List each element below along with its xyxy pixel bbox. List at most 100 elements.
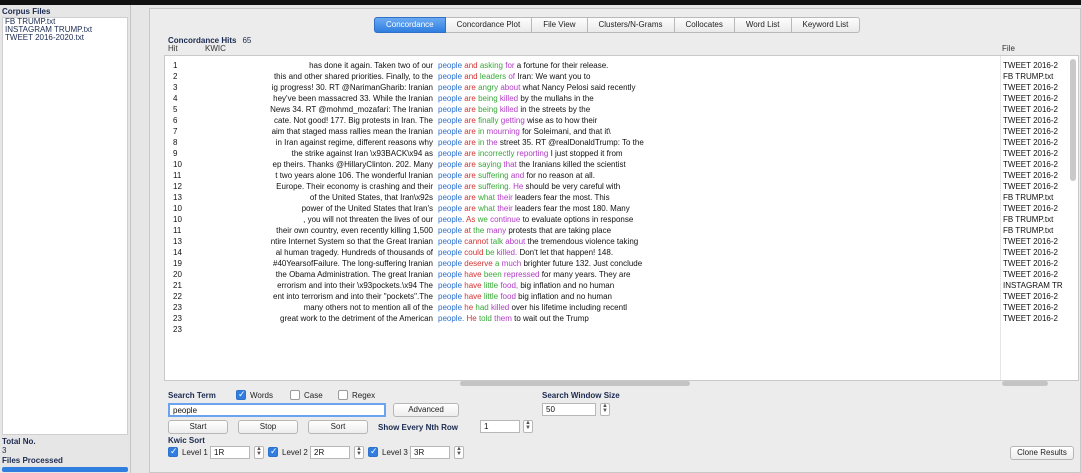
table-row[interactable]: 11 their own country, even recently killi… [165, 225, 1078, 236]
table-row[interactable]: 11 t two years alone 106. The wonderful I… [165, 170, 1078, 181]
kwic-keyword[interactable]: people [438, 281, 462, 290]
table-row[interactable]: 3 ig progress! 30. RT @NarimanGharib: Ira… [165, 82, 1078, 93]
kwic-keyword[interactable]: people [438, 270, 462, 279]
search-term-input[interactable]: people [168, 403, 386, 417]
sort-button[interactable]: Sort [308, 420, 368, 434]
level1-select[interactable]: 1R [210, 446, 250, 459]
clone-results-button[interactable]: Clone Results [1010, 446, 1074, 460]
kwic-horizontal-scrollbar[interactable] [460, 381, 690, 386]
kwic-keyword[interactable]: people [438, 182, 462, 191]
stop-button[interactable]: Stop [238, 420, 298, 434]
table-row[interactable]: 4 hey've been massacred 33. While the Ira… [165, 93, 1078, 104]
hit-number: 8 [173, 138, 178, 147]
kwic-keyword[interactable]: people [438, 138, 462, 147]
level1-checkbox[interactable] [168, 446, 178, 457]
table-row[interactable]: 20 the Obama Administration. The great Ir… [165, 269, 1078, 280]
results-vertical-scrollbar[interactable] [1070, 59, 1076, 181]
kwic-keyword[interactable]: people [438, 160, 462, 169]
case-checkbox[interactable] [290, 390, 300, 400]
kwic-keyword[interactable]: people [438, 248, 462, 257]
tab-word-list[interactable]: Word List [734, 17, 792, 33]
hit-number: 1 [173, 61, 178, 70]
tab-file-view[interactable]: File View [532, 17, 588, 33]
table-row[interactable]: 7 aim that staged mass rallies mean the I… [165, 126, 1078, 137]
kwic-keyword[interactable]: people [438, 116, 462, 125]
tab-concordance[interactable]: Concordance [374, 17, 446, 33]
file-horizontal-scrollbar[interactable] [1002, 381, 1048, 386]
advanced-button[interactable]: Advanced [393, 403, 459, 417]
table-row[interactable]: 9 the strike against Iran \x93BACK\x94 as… [165, 148, 1078, 159]
table-row[interactable]: 13 ntire Internet System so that the Grea… [165, 236, 1078, 247]
kwic-keyword[interactable]: people [438, 149, 462, 158]
kwic-keyword[interactable]: people. [438, 215, 464, 224]
table-row[interactable]: 8 in Iran against regime, different reaso… [165, 137, 1078, 148]
level3-select[interactable]: 3R [410, 446, 450, 459]
column-header-file[interactable]: File [1002, 44, 1015, 53]
kwic-keyword[interactable]: people [438, 193, 462, 202]
kwic-rest: to wait out the Trump [514, 314, 589, 323]
show-every-nth-row-stepper[interactable]: ▲ ▼ [523, 420, 533, 433]
table-row[interactable]: 21 errorism and into their \x93pockets.\x… [165, 280, 1078, 291]
search-window-size-input[interactable]: 50 [542, 403, 596, 416]
table-row[interactable]: 5 News 34. RT @mohmd_mozafari: The Irania… [165, 104, 1078, 115]
table-row[interactable]: 12 Europe. Their economy is crashing and … [165, 181, 1078, 192]
level2-stepper[interactable]: ▲ ▼ [354, 446, 364, 459]
kwic-rest: over his lifetime including recentl [511, 303, 628, 312]
words-checkbox[interactable] [236, 389, 246, 400]
table-row[interactable]: 23 [165, 324, 1078, 335]
kwic-keyword[interactable]: people [438, 105, 462, 114]
kwic-keyword[interactable]: people [438, 94, 462, 103]
kwic-keyword[interactable]: people [438, 303, 462, 312]
kwic-right-context: people cannot talk about the tremendous … [438, 236, 998, 247]
tab-keyword-list[interactable]: Keyword List [791, 17, 861, 33]
kwic-keyword[interactable]: people. [438, 314, 464, 323]
kwic-keyword[interactable]: people [438, 127, 462, 136]
table-row[interactable]: 22 ent into terrorism and into their "poc… [165, 291, 1078, 302]
table-row[interactable]: 2 this and other shared priorities. Final… [165, 71, 1078, 82]
level3-stepper[interactable]: ▲ ▼ [454, 446, 464, 459]
column-header-kwic[interactable]: KWIC [205, 44, 226, 53]
table-row[interactable]: 23 many others not to mention all of the p… [165, 302, 1078, 313]
kwic-keyword[interactable]: people [438, 171, 462, 180]
tab-collocates[interactable]: Collocates [674, 17, 735, 33]
level3-checkbox[interactable] [368, 446, 378, 457]
table-row[interactable]: 10 power of the United States that Iran's… [165, 203, 1078, 214]
table-row[interactable]: 10 , you will not threaten the lives of o… [165, 214, 1078, 225]
column-header-hit[interactable]: Hit [168, 44, 178, 53]
level2-checkbox[interactable] [268, 446, 278, 457]
kwic-keyword[interactable]: people [438, 61, 462, 70]
table-row[interactable]: 23 great work to the detriment of the Ame… [165, 313, 1078, 324]
kwic-keyword[interactable]: people [438, 226, 462, 235]
search-window-size-stepper[interactable]: ▲ ▼ [600, 403, 610, 416]
kwic-left-context: aim that staged mass rallies mean the Ir… [271, 127, 433, 136]
start-button[interactable]: Start [168, 420, 228, 434]
kwic-keyword[interactable]: people [438, 83, 462, 92]
kwic-keyword[interactable]: people [438, 237, 462, 246]
kwic-keyword[interactable]: people [438, 72, 462, 81]
table-row[interactable]: 10 ep theirs. Thanks @HillaryClinton. 202… [165, 159, 1078, 170]
corpus-file-item[interactable]: TWEET 2016-2020.txt [3, 34, 127, 42]
table-row[interactable]: 6 cate. Not good! 177. Big protests in Ir… [165, 115, 1078, 126]
table-row[interactable]: 1 has done it again. Taken two of our peop… [165, 60, 1078, 71]
regex-checkbox-label: Regex [352, 391, 376, 400]
kwic-keyword[interactable]: people [438, 259, 462, 268]
kwic-keyword[interactable]: people [438, 204, 462, 213]
kwic-sort-2: we [477, 215, 488, 224]
tab-concordance-plot[interactable]: Concordance Plot [445, 17, 533, 33]
hit-number: 14 [173, 248, 182, 257]
level2-select[interactable]: 2R [310, 446, 350, 459]
corpus-file-list[interactable]: FB TRUMP.txt INSTAGRAM TRUMP.txt TWEET 2… [2, 17, 128, 435]
show-every-nth-row-input[interactable]: 1 [480, 420, 520, 433]
table-row[interactable]: 13 of the United States, that Iran\x92s pe… [165, 192, 1078, 203]
table-row[interactable]: 14 al human tragedy. Hundreds of thousand… [165, 247, 1078, 258]
regex-checkbox[interactable] [338, 390, 348, 400]
kwic-sort-2: angry [478, 83, 499, 92]
tab-clusters-ngrams[interactable]: Clusters/N-Grams [587, 17, 675, 33]
table-row[interactable]: 19 #40YearsofFailure. The long-suffering … [165, 258, 1078, 269]
concordance-results-table[interactable]: 1 has done it again. Taken two of our peop… [164, 55, 1079, 381]
kwic-left-context: ig progress! 30. RT @NarimanGharib: Iran… [271, 83, 433, 92]
kwic-sort-2: being [478, 105, 498, 114]
hit-file-name: TWEET 2016-2 [1003, 204, 1058, 213]
level1-stepper[interactable]: ▲ ▼ [254, 446, 264, 459]
kwic-keyword[interactable]: people [438, 292, 462, 301]
